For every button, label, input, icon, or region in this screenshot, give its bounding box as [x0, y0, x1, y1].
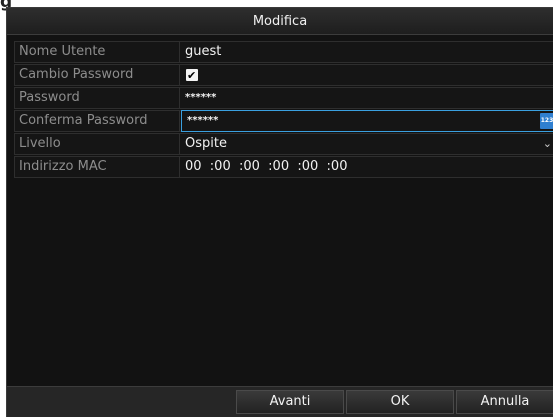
mac-label: Indirizzo MAC — [15, 157, 180, 177]
ok-button[interactable]: OK — [346, 390, 454, 414]
edit-user-dialog: Modifica Nome Utente guest Cambio Passwo… — [6, 7, 553, 417]
next-button[interactable]: Avanti — [236, 390, 344, 414]
confirm-password-value: ****** — [187, 115, 219, 126]
checkmark-icon: ✔ — [187, 69, 197, 82]
chevron-down-icon: ⌄ — [542, 137, 552, 150]
confirm-password-row: Conferma Password ****** 123 — [14, 110, 553, 132]
user-form: Nome Utente guest Cambio Password ✔ Pass… — [14, 41, 553, 179]
level-label: Livello — [15, 134, 180, 154]
username-row: Nome Utente guest — [14, 41, 553, 63]
password-label: Password — [15, 88, 180, 108]
confirm-password-field[interactable]: ****** 123 — [181, 110, 553, 132]
username-label: Nome Utente — [15, 42, 180, 62]
password-field[interactable]: ****** — [180, 88, 553, 108]
mac-row: Indirizzo MAC 00 :00 :00 :00 :00 :00 — [14, 156, 553, 178]
dialog-title: Modifica — [7, 8, 553, 35]
change-password-cell: ✔ — [180, 65, 553, 85]
keyboard-icon[interactable]: 123 — [540, 113, 553, 129]
password-row: Password ****** — [14, 87, 553, 109]
username-field[interactable]: guest — [180, 42, 553, 62]
change-password-label: Cambio Password — [15, 65, 180, 85]
cancel-button[interactable]: Annulla — [456, 390, 553, 414]
level-row: Livello Ospite ⌄ — [14, 133, 553, 155]
level-select[interactable]: Ospite ⌄ — [180, 134, 553, 154]
level-value: Ospite — [185, 136, 227, 151]
change-password-row: Cambio Password ✔ — [14, 64, 553, 86]
button-bar: Avanti OK Annulla — [7, 386, 553, 417]
mac-field[interactable]: 00 :00 :00 :00 :00 :00 — [180, 157, 553, 177]
change-password-checkbox[interactable]: ✔ — [186, 69, 198, 82]
confirm-password-label: Conferma Password — [15, 111, 180, 131]
